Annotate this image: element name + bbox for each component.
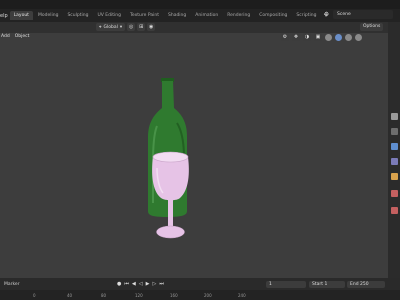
solid-shading-icon[interactable] [335,33,342,41]
scene-selector: ⚙ Scene [322,10,393,19]
ruler-tick: 160 [170,293,178,298]
scene-icon[interactable]: ⚙ [322,10,331,19]
viewport-header [0,22,388,33]
3d-viewport[interactable] [0,33,388,278]
view-object-types-icon[interactable]: ⚙ [281,33,289,41]
output-properties-icon[interactable] [391,143,398,150]
pivot-icon[interactable]: ◎ [127,23,136,31]
ruler-tick: 0 [33,293,36,298]
tab-scripting[interactable]: Scripting [292,11,320,20]
world-properties-icon[interactable] [391,190,398,197]
next-keyframe-icon[interactable]: ▷ [152,281,156,287]
object-menu[interactable]: Object [15,34,30,39]
ruler-tick: 240 [238,293,246,298]
jump-end-icon[interactable]: ⏭ [159,281,164,287]
render-properties-icon[interactable] [391,128,398,135]
help-menu[interactable]: elp [0,13,10,19]
object-properties-icon[interactable] [391,207,398,214]
record-icon[interactable]: ● [117,281,121,287]
ruler-tick: 40 [67,293,73,298]
prev-keyframe-icon[interactable]: ◀ [132,281,136,287]
timeline-ruler[interactable] [0,290,400,300]
scene-canvas [148,78,189,239]
material-shading-icon[interactable] [345,33,352,41]
play-icon[interactable]: ▶ [146,281,150,287]
axes-icon: ⌖ [99,25,102,30]
jump-start-icon[interactable]: ⏮ [124,281,129,287]
marker-menu[interactable]: Marker [4,282,20,287]
tab-rendering[interactable]: Rendering [223,11,254,20]
end-value: 250 [360,282,369,287]
scene-name-field[interactable]: Scene [333,10,393,19]
tab-modeling[interactable]: Modeling [34,11,62,20]
properties-strip [388,22,400,278]
orientation-label: Global [103,24,118,30]
add-menu[interactable]: Add [1,34,10,39]
tab-texture-paint[interactable]: Texture Paint [126,11,163,20]
ruler-tick: 80 [101,293,107,298]
end-label: End [350,282,359,287]
tool-properties-icon[interactable] [391,113,398,120]
start-value: 1 [324,282,328,287]
options-button[interactable]: Options [360,23,384,31]
overlay-icon[interactable]: ◑ [303,33,311,41]
proportional-edit-icon[interactable]: ◉ [147,23,156,31]
wireframe-shading-icon[interactable] [325,33,332,41]
orientation-dropdown[interactable]: ⌖ Global ▾ [96,23,126,31]
tab-shading[interactable]: Shading [164,11,190,20]
viewport-menu: Add Object [0,34,29,39]
play-reverse-icon[interactable]: ◁ [139,281,143,287]
start-label: Start [312,282,323,287]
tab-layout[interactable]: Layout [9,11,33,20]
ruler-tick: 120 [135,293,143,298]
snap-icon[interactable]: ⊞ [137,23,146,31]
gizmo-icon[interactable]: ❖ [292,33,300,41]
transform-orientation-group: ⌖ Global ▾ ◎ ⊞ ◉ [96,23,156,31]
current-frame-field[interactable]: 1 [266,281,306,288]
rendered-shading-icon[interactable] [355,33,362,41]
chevron-down-icon: ▾ [119,24,123,30]
start-frame-field[interactable]: Start 1 [309,281,345,288]
tab-sculpting[interactable]: Sculpting [63,11,92,20]
end-frame-field[interactable]: End 250 [347,281,385,288]
tab-animation[interactable]: Animation [191,11,222,20]
xray-icon[interactable]: ▣ [314,33,322,41]
tab-compositing[interactable]: Compositing [255,11,291,20]
viewport-tools: ⚙ ❖ ◑ ▣ [281,33,362,41]
view-layer-icon[interactable] [391,158,398,165]
scene-properties-icon[interactable] [391,173,398,180]
tab-uv-editing[interactable]: UV Editing [93,11,124,20]
ruler-tick: 200 [204,293,212,298]
playback-controls: ● ⏮ ◀ ◁ ▶ ▷ ⏭ [117,281,164,287]
